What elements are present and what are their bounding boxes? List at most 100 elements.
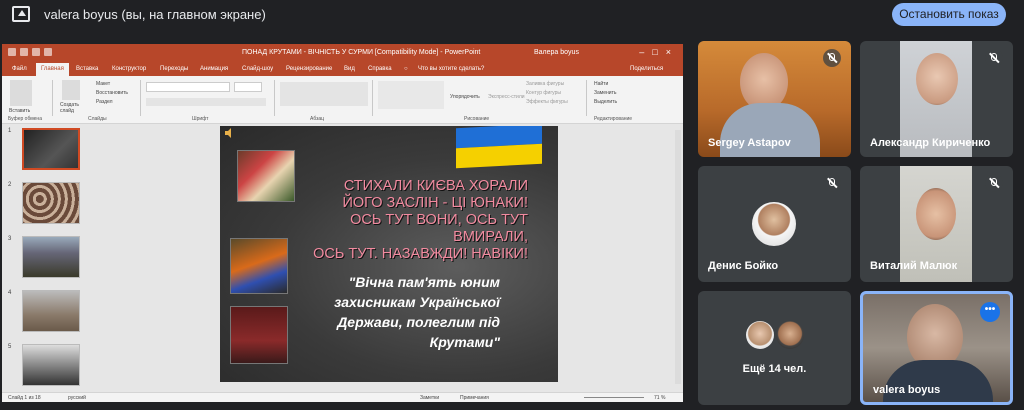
- slide-thumbnail[interactable]: [22, 236, 80, 278]
- muted-mic-icon: [823, 49, 841, 67]
- tab-view[interactable]: Вид: [344, 66, 355, 72]
- tell-me-search[interactable]: Что вы хотите сделать?: [418, 66, 484, 72]
- font-name-box[interactable]: [146, 82, 230, 92]
- zoom-level[interactable]: 71 %: [654, 395, 665, 401]
- tab-animations[interactable]: Анимация: [200, 66, 228, 72]
- muted-mic-icon: [985, 174, 1003, 192]
- layout-button[interactable]: Макет: [96, 81, 110, 87]
- participant-tile[interactable]: Денис Бойко: [698, 166, 851, 282]
- slide-counter: Слайд 1 из 18: [8, 395, 41, 401]
- lightbulb-icon: ○: [404, 66, 408, 72]
- poem-line: ОСЬ ТУТ. НАЗАВЖДИ! НАВІКИ!: [313, 246, 528, 262]
- language-indicator[interactable]: русский: [68, 395, 86, 401]
- tab-transitions[interactable]: Переходы: [160, 66, 188, 72]
- tab-design[interactable]: Конструктор: [112, 66, 146, 72]
- ribbon: Вставить Создать слайд Макет Восстановит…: [2, 76, 683, 124]
- group-clipboard: Буфер обмена: [8, 116, 42, 122]
- reset-button[interactable]: Восстановить: [96, 90, 128, 96]
- poem-line: ЙОГО ЗАСЛІН - ЦІ ЮНАКИ!: [342, 195, 528, 211]
- more-participants-tile[interactable]: Ещё 14 чел.: [698, 291, 851, 405]
- ppt-status-bar: Слайд 1 из 18 русский Заметки Примечания…: [2, 392, 683, 402]
- presentation-bar: valera boyus (вы, на главном экране) Ост…: [0, 0, 1024, 30]
- shape-effects-button[interactable]: Эффекты фигуры: [526, 99, 568, 105]
- poem-line: ОСЬ ТУТ ВОНИ, ОСЬ ТУТ ВМИРАЛИ,: [350, 212, 528, 245]
- current-slide[interactable]: СТИХАЛИ КИЄВА ХОРАЛИ ЙОГО ЗАСЛІН - ЦІ ЮН…: [220, 126, 558, 382]
- group-slides: Слайды: [88, 116, 107, 122]
- replace-button[interactable]: Заменить: [594, 90, 616, 96]
- ukraine-flag-image: [456, 126, 542, 169]
- tab-home[interactable]: Главная: [36, 63, 69, 76]
- more-participants-label: Ещё 14 чел.: [742, 363, 807, 375]
- tab-insert[interactable]: Вставка: [76, 66, 98, 72]
- group-drawing: Рисование: [464, 116, 490, 122]
- shared-screen: ПОНАД КРУТАМИ - ВІЧНІСТЬ У СУРМИ [Compat…: [2, 44, 683, 402]
- participant-name: Sergey Astapov: [708, 137, 791, 149]
- slide-thumbnail[interactable]: [22, 128, 80, 170]
- participant-tile[interactable]: Александр Кириченко: [860, 41, 1013, 157]
- tab-help[interactable]: Справка: [368, 66, 392, 72]
- more-options-icon[interactable]: •••: [980, 302, 1000, 322]
- participant-name: valera boyus: [873, 384, 941, 396]
- arrange-button[interactable]: Упорядочить: [450, 94, 480, 100]
- quick-styles-button[interactable]: Экспресс-стили: [488, 94, 525, 100]
- paragraph-buttons[interactable]: [280, 82, 368, 106]
- slide-thumbnail[interactable]: [22, 290, 80, 332]
- quote-line: "Вічна пам'ять юним: [348, 274, 500, 290]
- participant-avatar: [746, 321, 774, 349]
- muted-mic-icon: [823, 174, 841, 192]
- tab-slideshow[interactable]: Слайд-шоу: [242, 66, 273, 72]
- thumb-number: 5: [8, 344, 12, 350]
- slide-thumbnail[interactable]: [22, 344, 80, 386]
- sound-icon[interactable]: [224, 128, 234, 138]
- tab-review[interactable]: Рецензирование: [286, 66, 332, 72]
- thumb-number: 2: [8, 182, 12, 188]
- comments-button[interactable]: Примечания: [460, 395, 489, 401]
- quick-access-toolbar: [8, 48, 68, 58]
- participant-name: Виталий Малюк: [870, 260, 958, 272]
- find-button[interactable]: Найти: [594, 81, 608, 87]
- group-paragraph: Абзац: [310, 116, 325, 122]
- poem-line: СТИХАЛИ КИЄВА ХОРАЛИ: [343, 178, 528, 194]
- shape-outline-button[interactable]: Контур фигуры: [526, 90, 561, 96]
- participant-tile[interactable]: Виталий Малюк: [860, 166, 1013, 282]
- slide-thumbnail[interactable]: [22, 182, 80, 224]
- group-editing: Редактирование: [594, 116, 633, 122]
- stop-presenting-button[interactable]: Остановить показ: [892, 3, 1006, 26]
- share-button[interactable]: Поделиться: [630, 66, 663, 72]
- participant-name: Александр Кириченко: [870, 137, 991, 149]
- tab-file[interactable]: Файл: [12, 66, 27, 72]
- self-view-tile[interactable]: ••• valera boyus: [860, 291, 1013, 405]
- select-button[interactable]: Выделить: [594, 99, 617, 105]
- group-font: Шрифт: [192, 116, 209, 122]
- zoom-slider[interactable]: [584, 397, 644, 398]
- window-controls: –□×: [639, 47, 679, 57]
- poem-text: СТИХАЛИ КИЄВА ХОРАЛИ ЙОГО ЗАСЛІН - ЦІ ЮН…: [278, 178, 528, 263]
- paste-button[interactable]: Вставить: [9, 108, 30, 114]
- font-size-box[interactable]: [234, 82, 262, 92]
- paste-icon: [10, 80, 32, 106]
- thumb-number: 4: [8, 290, 12, 296]
- participant-avatar: [752, 202, 796, 246]
- muted-mic-icon: [985, 49, 1003, 67]
- thumb-number: 1: [8, 128, 12, 134]
- quote-line: захисникам Української: [334, 294, 500, 310]
- participant-name: Денис Бойко: [708, 260, 779, 272]
- slide-thumbnails: 1 2 3 4 5: [2, 124, 102, 392]
- memorial-photo-3: [230, 306, 288, 364]
- new-slide-button[interactable]: Создать слайд: [60, 102, 88, 114]
- shape-fill-button[interactable]: Заливка фигуры: [526, 81, 564, 87]
- ppt-window-title: ПОНАД КРУТАМИ - ВІЧНІСТЬ У СУРМИ [Compat…: [242, 49, 481, 56]
- presenter-title: valera boyus (вы, на главном экране): [44, 7, 266, 22]
- font-format-buttons[interactable]: [146, 98, 266, 106]
- quote-line: Крутами": [429, 334, 500, 350]
- shapes-gallery[interactable]: [378, 81, 444, 109]
- thumb-number: 3: [8, 236, 12, 242]
- participant-avatar: [776, 321, 804, 349]
- vertical-scrollbar[interactable]: [675, 130, 681, 384]
- notes-button[interactable]: Заметки: [420, 395, 439, 401]
- present-screen-icon: [12, 6, 30, 22]
- ppt-user: Валера boyus: [534, 49, 579, 56]
- participant-tile[interactable]: Sergey Astapov: [698, 41, 851, 157]
- ppt-title-bar: ПОНАД КРУТАМИ - ВІЧНІСТЬ У СУРМИ [Compat…: [2, 44, 683, 62]
- section-button[interactable]: Раздел: [96, 99, 113, 105]
